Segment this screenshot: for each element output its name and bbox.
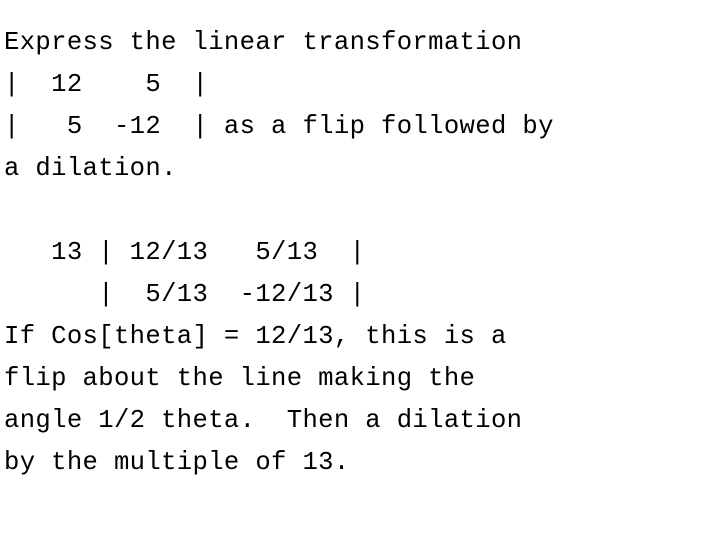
text-line-explanation-4: by the multiple of 13.: [4, 448, 350, 477]
slide-canvas: Express the linear transformation | 12 5…: [0, 0, 720, 540]
text-line-explanation-1: If Cos[theta] = 12/13, this is a: [4, 322, 507, 351]
math-text-block: Express the linear transformation | 12 5…: [4, 22, 720, 484]
text-line-problem-2: a dilation.: [4, 154, 177, 183]
text-line-matrix-row-1: | 12 5 |: [4, 70, 209, 99]
text-line-normalized-row-2: | 5/13 -12/13 |: [4, 280, 366, 309]
text-line-explanation-2: flip about the line making the: [4, 364, 476, 393]
text-line-spacer: [4, 190, 720, 232]
text-line-matrix-row-2: | 5 -12 | as a flip followed by: [4, 112, 554, 141]
text-line-explanation-3: angle 1/2 theta. Then a dilation: [4, 406, 523, 435]
text-line-problem-1: Express the linear transformation: [4, 28, 523, 57]
text-line-normalized-row-1: 13 | 12/13 5/13 |: [4, 238, 366, 267]
